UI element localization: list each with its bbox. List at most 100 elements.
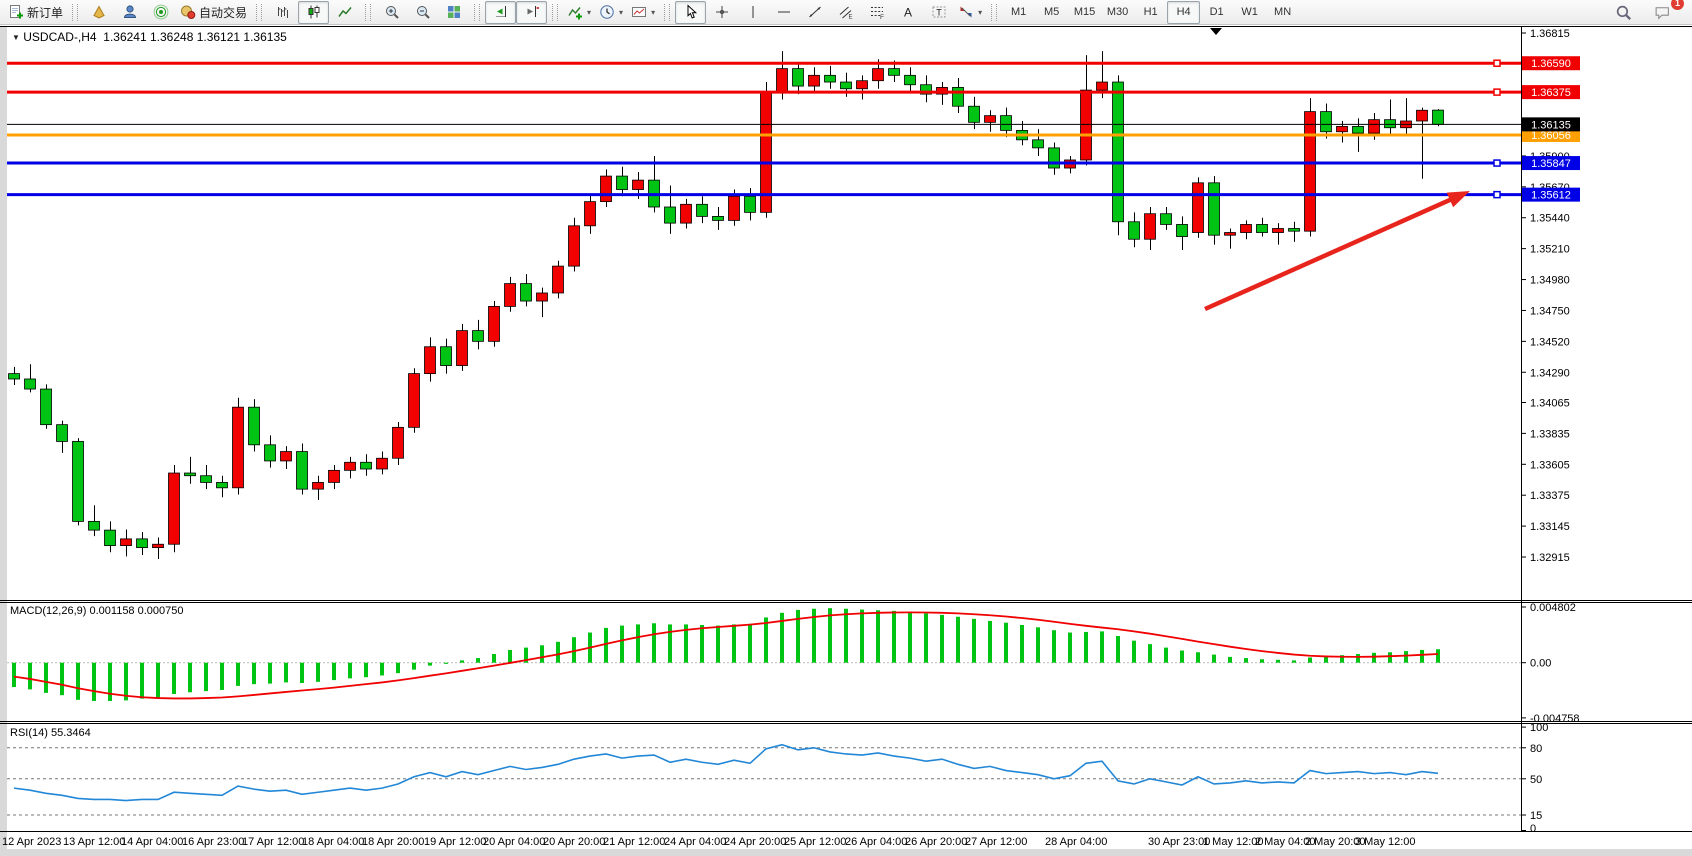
macd-bar [1068,633,1072,663]
svg-text:1.35847: 1.35847 [1531,158,1571,170]
candle-body [1369,120,1380,133]
zoom-out-button[interactable] [407,1,438,24]
time-tick-label: 3 May 12:00 [1355,836,1416,848]
toolbar-separator [664,4,670,21]
chevron-down-icon[interactable]: ▾ [651,8,655,17]
mql5-community-button[interactable] [114,1,145,24]
search-button[interactable] [1608,1,1639,24]
rsi-tick-label: 15 [1530,810,1542,822]
text-label-button[interactable]: T [923,1,954,24]
time-tick-label: 20 Apr 04:00 [483,836,545,848]
hline-handle[interactable] [1494,60,1500,66]
periods-button[interactable]: ▾ [595,1,627,24]
macd-bar [700,625,704,663]
person-icon [122,4,138,20]
tile-windows-button[interactable] [438,1,469,24]
chart-ohlc-values: 1.36241 1.36248 1.36121 1.36135 [103,30,287,44]
macd-bar [1084,632,1088,663]
timeframe-button-D1[interactable]: D1 [1200,1,1233,24]
toolbar-separator [72,4,78,21]
crosshair-icon [714,4,730,20]
macd-bar [1372,653,1376,663]
chart-canvas[interactable]: 1.368151.365851.363551.361301.359001.356… [0,0,1692,856]
macd-bar [220,663,224,690]
vertical-line-button[interactable] [737,1,768,24]
hline-handle[interactable] [1494,192,1500,198]
timeframe-button-M30[interactable]: M30 [1101,1,1134,24]
fibonacci-button[interactable]: F [861,1,892,24]
zoom-in-button[interactable] [376,1,407,24]
macd-bar [940,615,944,663]
indicators-button[interactable]: ▾ [563,1,595,24]
macd-indicator-label: MACD(12,26,9) 0.001158 0.000750 [10,605,184,617]
chart-shift-button[interactable] [516,1,547,24]
chevron-down-icon[interactable]: ▾ [978,8,982,17]
svg-text:A: A [904,6,912,20]
metaeditor-button[interactable] [83,1,114,24]
candle-body [1209,183,1220,235]
clock-icon [599,4,615,20]
crosshair-button[interactable] [706,1,737,24]
candle-body [473,331,484,342]
candle-body [121,539,132,546]
timeframe-button-MN[interactable]: MN [1266,1,1299,24]
svg-text:E: E [848,15,852,21]
timeframe-button-H4[interactable]: H4 [1167,1,1200,24]
time-tick-label: 24 Apr 20:00 [724,836,786,848]
horizontal-line-button[interactable] [768,1,799,24]
candle-body [1033,140,1044,148]
candle-body [1273,228,1284,232]
candle-body [233,407,244,488]
arrows-button[interactable]: ▾ [954,1,986,24]
chart-menu-arrow-icon[interactable]: ▼ [12,33,20,42]
chevron-down-icon[interactable]: ▾ [587,8,591,17]
metaeditor-icon [91,4,107,20]
timeframe-button-M5[interactable]: M5 [1035,1,1068,24]
macd-bar [476,658,480,663]
macd-bar [620,626,624,663]
macd-bar [1036,627,1040,662]
macd-bar [444,663,448,664]
rsi-tick-label: 0 [1530,823,1536,835]
macd-bar [140,663,144,699]
macd-bar [188,663,192,693]
candlestick-button[interactable] [298,1,329,24]
candle-body [345,462,356,470]
timeframe-button-M1[interactable]: M1 [1002,1,1035,24]
hline-handle[interactable] [1494,89,1500,95]
auto-scroll-button[interactable] [485,1,516,24]
cursor-button[interactable] [675,1,706,24]
text-button[interactable]: A [892,1,923,24]
svg-text:1.35612: 1.35612 [1531,190,1571,202]
hline-handle[interactable] [1494,160,1500,166]
autotrading-button[interactable]: 自动交易 [176,1,251,24]
notifications-button[interactable]: 1 [1647,1,1678,24]
macd-bar [604,628,608,663]
chat-icon [1654,4,1671,21]
price-tick-label: 1.34980 [1530,275,1570,287]
timeframe-button-H1[interactable]: H1 [1134,1,1167,24]
trendline-button[interactable] [799,1,830,24]
toolbar-separator [552,4,558,21]
signals-button[interactable] [145,1,176,24]
equidistant-channel-button[interactable]: E [830,1,861,24]
time-tick-label: 30 Apr 23:00 [1148,836,1210,848]
bar-chart-button[interactable] [267,1,298,24]
notification-badge: 1 [1671,0,1684,10]
chevron-down-icon[interactable]: ▾ [619,8,623,17]
timeframe-button-M15[interactable]: M15 [1068,1,1101,24]
line-chart-button[interactable] [329,1,360,24]
timeframe-button-W1[interactable]: W1 [1233,1,1266,24]
rsi-value: 55.3464 [51,727,91,739]
candle-body [585,202,596,226]
candle-body [825,75,836,82]
templates-button[interactable]: ▾ [627,1,659,24]
new-order-button[interactable]: 新订单 [4,1,67,24]
svg-text:1.36056: 1.36056 [1531,130,1571,142]
macd-bar [1388,652,1392,662]
macd-bar [204,663,208,691]
time-axis[interactable]: 12 Apr 202313 Apr 12:0014 Apr 04:0016 Ap… [2,836,1416,848]
candle-body [297,452,308,490]
macd-bar [12,663,16,687]
tile-windows-icon [446,4,462,20]
